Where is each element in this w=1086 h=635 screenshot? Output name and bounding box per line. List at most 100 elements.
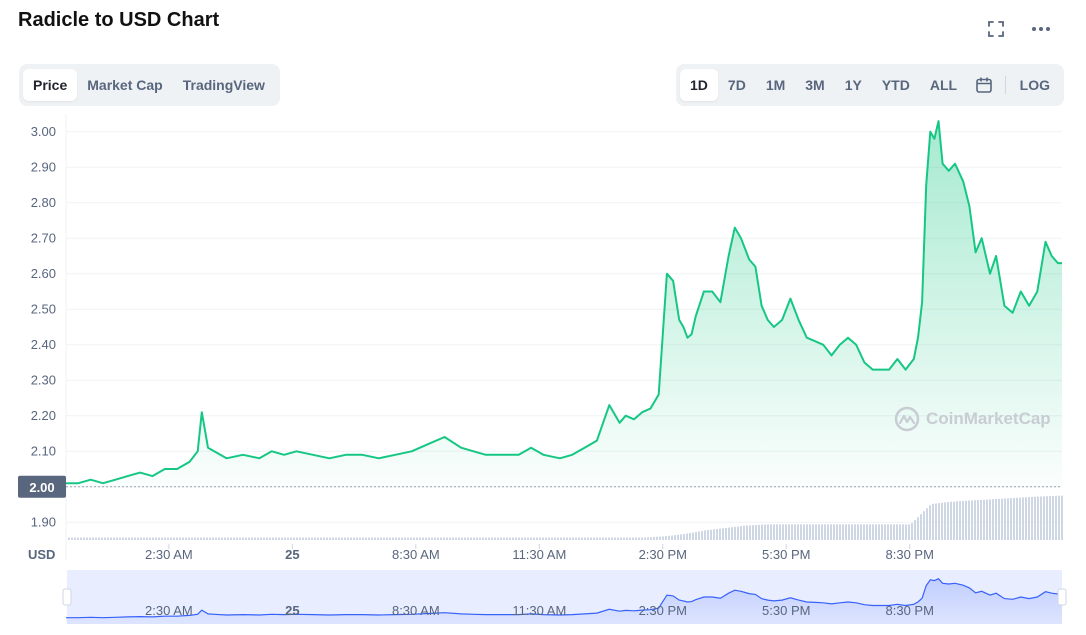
volume-bar (479, 537, 481, 540)
range-7d-button[interactable]: 7D (718, 69, 756, 101)
volume-bar (845, 524, 847, 540)
volume-bar (899, 524, 901, 540)
range-all-button[interactable]: ALL (920, 69, 967, 101)
volume-bar (953, 501, 955, 540)
volume-bar (209, 537, 211, 540)
log-scale-button[interactable]: LOG (1010, 69, 1060, 101)
volume-bar (989, 499, 991, 540)
volume-bar (836, 524, 838, 540)
volume-bar (449, 537, 451, 540)
volume-bar (851, 524, 853, 540)
volume-bar (611, 537, 613, 540)
volume-bar (548, 537, 550, 540)
volume-bar (995, 499, 997, 540)
volume-bar (857, 524, 859, 540)
volume-bar (491, 537, 493, 540)
more-options-icon[interactable] (1028, 16, 1054, 42)
price-chart[interactable]: 3.00 2.90 2.80 2.70 2.60 2.50 2.40 2.30 2.20 2.10… (0, 110, 1086, 635)
volume-bar (365, 537, 367, 540)
volume-bar (254, 537, 256, 540)
range-1m-button[interactable]: 1M (756, 69, 795, 101)
volume-bar (305, 537, 307, 540)
volume-bar (545, 537, 547, 540)
tab-tradingview[interactable]: TradingView (173, 69, 275, 101)
volume-bar (683, 534, 685, 540)
volume-bar (203, 537, 205, 540)
volume-bar (359, 537, 361, 540)
volume-bar (140, 537, 142, 540)
volume-bar (617, 537, 619, 540)
range-3m-button[interactable]: 3M (795, 69, 834, 101)
volume-bar (368, 537, 370, 540)
volume-bar (263, 537, 265, 540)
volume-bar (869, 524, 871, 540)
range-ytd-button[interactable]: YTD (872, 69, 920, 101)
volume-bar (323, 537, 325, 540)
volume-bar (647, 537, 649, 540)
volume-bar (356, 537, 358, 540)
volume-bar (299, 537, 301, 540)
volume-bar (242, 537, 244, 540)
volume-bar (1025, 497, 1027, 540)
volume-bar (284, 537, 286, 540)
volume-bar (452, 537, 454, 540)
range-1d-button[interactable]: 1D (680, 69, 718, 101)
volume-bar (992, 499, 994, 540)
volume-bar (128, 537, 130, 540)
volume-bar (92, 537, 94, 540)
range-1y-button[interactable]: 1Y (835, 69, 872, 101)
y-tick-label: 1.90 (31, 514, 56, 529)
calendar-icon[interactable] (967, 69, 1001, 101)
volume-bar (830, 524, 832, 540)
tab-market-cap[interactable]: Market Cap (77, 69, 172, 101)
y-tick-label: 2.50 (31, 301, 56, 316)
volume-bar (767, 524, 769, 540)
volume-bar (746, 525, 748, 540)
volume-bar (581, 537, 583, 540)
volume-bar (854, 524, 856, 540)
volume-bar (965, 500, 967, 540)
volume-bars (68, 495, 1063, 540)
volume-bar (872, 524, 874, 540)
y-tick-label: 2.40 (31, 337, 56, 352)
volume-bar (314, 537, 316, 540)
volume-bar (587, 537, 589, 540)
volume-bar (392, 537, 394, 540)
fullscreen-icon[interactable] (983, 16, 1009, 42)
volume-bar (923, 511, 925, 540)
volume-bar (704, 530, 706, 540)
tab-price[interactable]: Price (23, 69, 78, 101)
volume-bar (842, 524, 844, 540)
volume-bar (404, 537, 406, 540)
volume-bar (224, 537, 226, 540)
volume-bar (701, 530, 703, 540)
volume-bar (938, 503, 940, 540)
volume-bar (1055, 495, 1057, 540)
volume-bar (599, 537, 601, 540)
volume-bar (932, 503, 934, 540)
volume-bar (557, 537, 559, 540)
volume-bar (1049, 496, 1051, 540)
volume-bar (677, 534, 679, 540)
volume-bar (620, 537, 622, 540)
volume-bar (512, 537, 514, 540)
y-tick-label: 2.10 (31, 443, 56, 458)
volume-bar (416, 537, 418, 540)
volume-bar (584, 537, 586, 540)
volume-bar (755, 525, 757, 540)
volume-bar (614, 537, 616, 540)
volume-bar (656, 536, 658, 540)
volume-bar (812, 524, 814, 540)
navigator-tick-label: 5:30 PM (762, 603, 810, 618)
volume-bar (134, 537, 136, 540)
volume-bar (1043, 496, 1045, 540)
volume-bar (122, 537, 124, 540)
volume-bar (1022, 497, 1024, 540)
volume-bar (89, 537, 91, 540)
volume-bar (236, 537, 238, 540)
volume-bar (722, 528, 724, 540)
volume-bar (944, 502, 946, 540)
volume-bar (893, 524, 895, 540)
volume-bar (884, 524, 886, 540)
volume-bar (293, 537, 295, 540)
